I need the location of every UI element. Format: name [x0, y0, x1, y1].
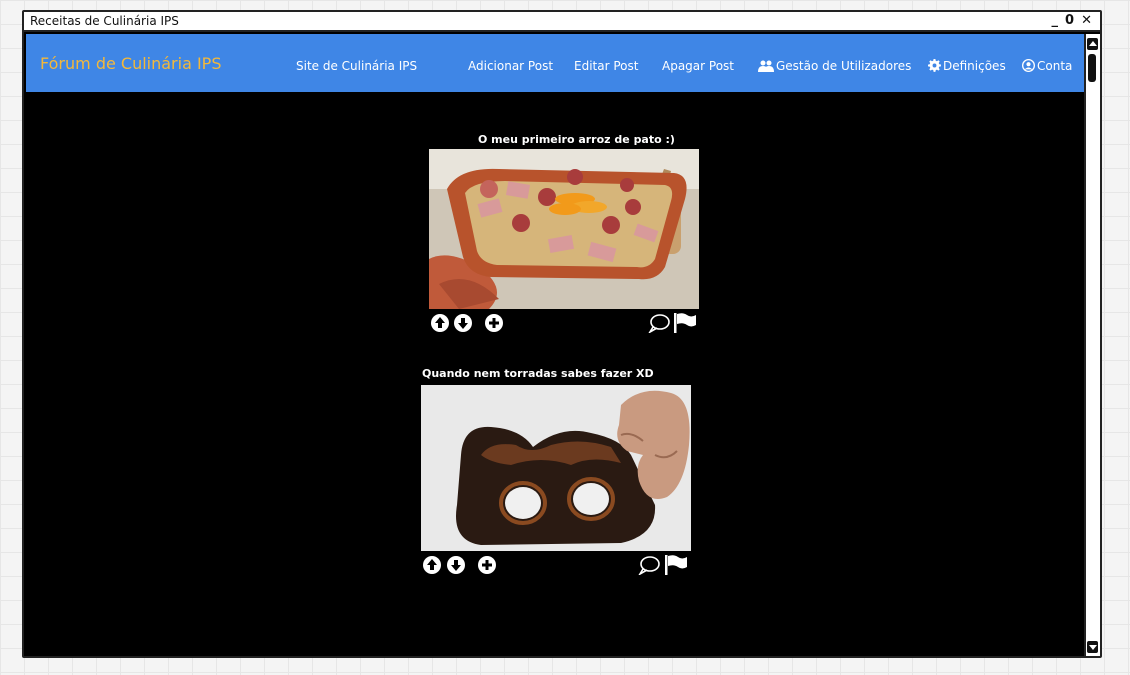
comment-icon[interactable] — [638, 555, 660, 575]
toast-illustration — [421, 385, 691, 551]
nav-link-add-post[interactable]: Adicionar Post — [468, 59, 553, 73]
flag-icon[interactable] — [673, 312, 697, 334]
window-title: Receitas de Culinária IPS — [30, 14, 179, 28]
account-icon — [1022, 59, 1035, 72]
brand-title[interactable]: Fórum de Culinária IPS — [40, 54, 221, 73]
nav-link-site[interactable]: Site de Culinária IPS — [296, 59, 417, 73]
scroll-up-arrow-icon[interactable] — [1087, 38, 1098, 50]
scroll-thumb[interactable] — [1088, 54, 1096, 82]
maximize-button[interactable]: 0 — [1065, 13, 1074, 29]
nav-link-account[interactable]: Conta — [1022, 59, 1072, 73]
vertical-scrollbar[interactable] — [1084, 34, 1100, 656]
users-icon — [758, 60, 774, 72]
gear-icon — [928, 59, 941, 72]
downvote-icon[interactable] — [453, 313, 473, 333]
close-button[interactable]: ✕ — [1081, 13, 1092, 29]
add-icon[interactable] — [484, 313, 504, 333]
downvote-icon[interactable] — [446, 555, 466, 575]
upvote-icon[interactable] — [430, 313, 450, 333]
nav-link-label: Gestão de Utilizadores — [776, 59, 912, 73]
nav-link-label: Conta — [1037, 59, 1073, 73]
nav-link-user-management[interactable]: Gestão de Utilizadores — [758, 59, 911, 73]
upvote-icon[interactable] — [422, 555, 442, 575]
title-bar: Receitas de Culinária IPS _ 0 ✕ — [24, 12, 1100, 32]
post-title[interactable]: O meu primeiro arroz de pato :) — [478, 133, 675, 146]
minimize-button[interactable]: _ — [1052, 13, 1059, 29]
nav-link-edit-post[interactable]: Editar Post — [574, 59, 638, 73]
nav-link-label: Definições — [943, 59, 1006, 73]
scroll-down-arrow-icon[interactable] — [1087, 641, 1098, 653]
post-title[interactable]: Quando nem torradas sabes fazer XD — [422, 367, 654, 380]
arroz-de-pato-photo[interactable] — [429, 149, 699, 309]
nav-link-delete-post[interactable]: Apagar Post — [662, 59, 734, 73]
add-icon[interactable] — [477, 555, 497, 575]
navbar: Fórum de Culinária IPS Site de Culinária… — [26, 34, 1086, 92]
dish-illustration — [429, 149, 699, 309]
app-window: Receitas de Culinária IPS _ 0 ✕ Fórum de… — [22, 10, 1102, 658]
nav-link-settings[interactable]: Definições — [928, 59, 1006, 73]
flag-icon[interactable] — [664, 554, 688, 576]
comment-icon[interactable] — [648, 313, 670, 333]
burnt-toast-photo[interactable] — [421, 385, 691, 551]
